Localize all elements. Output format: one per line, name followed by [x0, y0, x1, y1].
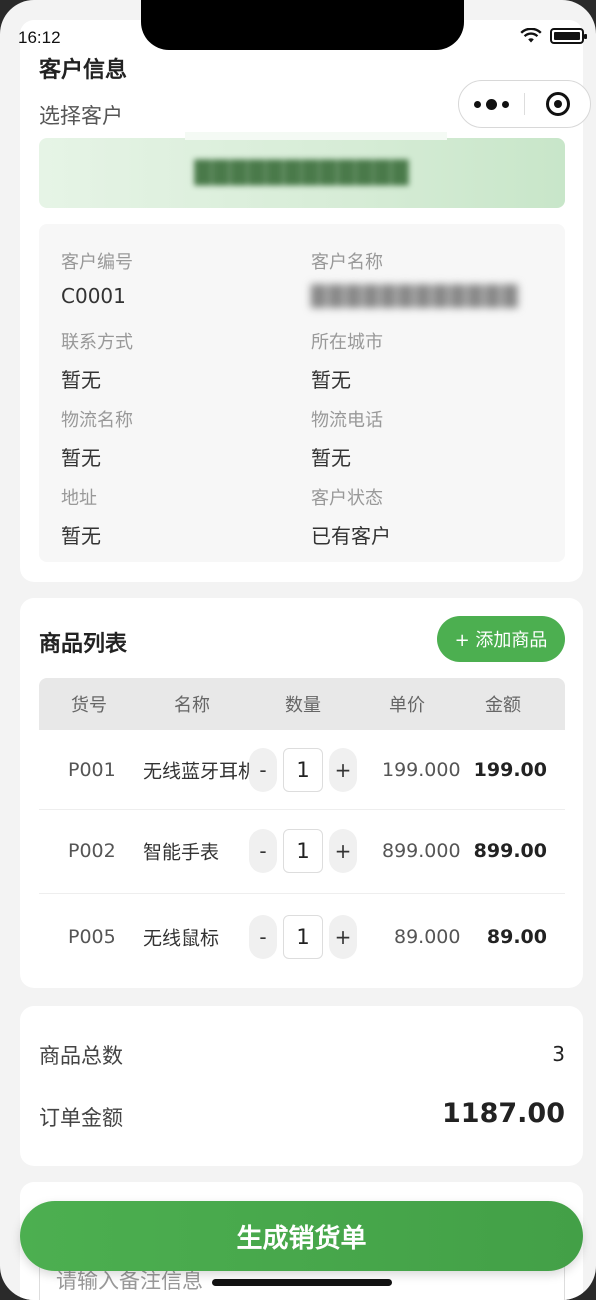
row-code: P001 [68, 758, 116, 781]
info-label: 所在城市 [311, 332, 383, 353]
info-label: 客户名称 [311, 252, 383, 273]
decrease-button[interactable]: - [249, 747, 277, 792]
row-amount: 899.00 [473, 839, 547, 862]
info-label: 物流电话 [311, 410, 383, 431]
info-value: C0001 [61, 284, 126, 308]
generate-sales-order-button[interactable]: 生成销货单 [20, 1201, 583, 1271]
info-label: 联系方式 [61, 332, 133, 353]
info-logistics-name: 物流名称 暂无 [61, 406, 133, 471]
row-price: 899.000 [382, 839, 461, 862]
row-name: 无线蓝牙耳机 [143, 760, 251, 782]
info-logistics-phone: 物流电话 暂无 [311, 406, 383, 471]
increase-button[interactable]: + [329, 828, 357, 873]
product-list-card: 商品列表 + 添加商品 货号 名称 数量 单价 金额 P001 无线蓝牙耳机 -… [20, 598, 583, 988]
row-code: P002 [68, 839, 116, 862]
selected-customer-value: ████████████ [194, 160, 410, 186]
status-icons [520, 28, 587, 44]
battery-icon [550, 28, 587, 44]
total-count-value: 3 [552, 1042, 565, 1066]
total-count-label: 商品总数 [39, 1044, 123, 1068]
customer-section-title: 客户信息 [39, 58, 128, 83]
order-amount-value: 1187.00 [442, 1098, 565, 1129]
col-price: 单价 [389, 695, 425, 716]
info-address: 地址 暂无 [61, 484, 101, 549]
info-value: 暂无 [61, 368, 101, 392]
add-product-button[interactable]: + 添加商品 [437, 616, 565, 662]
row-name: 无线鼠标 [143, 927, 220, 950]
quantity-stepper: - 1 + [249, 747, 357, 792]
info-value: 暂无 [61, 524, 101, 548]
quantity-input[interactable]: 1 [283, 828, 323, 873]
col-amount: 金额 [485, 695, 521, 716]
home-indicator [212, 1279, 392, 1286]
info-value: 暂无 [311, 446, 351, 470]
info-label: 物流名称 [61, 410, 133, 431]
select-highlight-strip [185, 132, 447, 140]
quantity-stepper: - 1 + [249, 915, 357, 959]
info-customer-status: 客户状态 已有客户 [311, 484, 391, 549]
increase-button[interactable]: + [329, 915, 357, 959]
table-row: P001 无线蓝牙耳机 - 1 + 199.000 199.00 [39, 730, 565, 810]
select-customer-label: 选择客户 [39, 104, 123, 128]
info-customer-code: 客户编号 C0001 [61, 248, 133, 308]
product-section-title: 商品列表 [39, 632, 128, 657]
info-value: 暂无 [311, 368, 351, 392]
decrease-button[interactable]: - [249, 915, 277, 959]
summary-card: 商品总数 3 订单金额 1187.00 [20, 1006, 583, 1166]
decrease-button[interactable]: - [249, 828, 277, 873]
more-dots-icon[interactable] [459, 98, 524, 110]
row-amount: 89.00 [486, 926, 547, 948]
miniprogram-capsule[interactable] [458, 80, 591, 128]
order-amount-label: 订单金额 [39, 1106, 123, 1130]
status-time: 16:12 [18, 28, 61, 47]
quantity-input[interactable]: 1 [283, 915, 323, 959]
row-amount: 199.00 [473, 758, 547, 781]
row-price: 89.000 [394, 926, 461, 948]
table-row: P005 无线鼠标 - 1 + 89.000 89.00 [39, 894, 565, 980]
product-table-header: 货号 名称 数量 单价 金额 [39, 678, 565, 730]
col-qty: 数量 [285, 695, 321, 716]
row-price: 199.000 [382, 758, 461, 781]
row-name: 智能手表 [143, 841, 220, 863]
increase-button[interactable]: + [329, 747, 357, 792]
info-label: 地址 [61, 488, 97, 509]
info-value: 暂无 [61, 446, 101, 470]
target-icon[interactable] [525, 92, 590, 116]
row-code: P005 [68, 926, 116, 948]
col-code: 货号 [71, 695, 107, 716]
info-label: 客户编号 [61, 252, 133, 273]
quantity-input[interactable]: 1 [283, 747, 323, 792]
customer-info-panel: 客户编号 C0001 客户名称 ████████████ 联系方式 暂无 所在城… [39, 224, 565, 562]
camera-notch [141, 0, 464, 50]
table-row: P002 智能手表 - 1 + 899.000 899.00 [39, 808, 565, 894]
info-contact: 联系方式 暂无 [61, 328, 133, 393]
info-value: ████████████ [311, 284, 520, 308]
info-customer-name: 客户名称 ████████████ [311, 248, 520, 308]
info-label: 客户状态 [311, 488, 383, 509]
wifi-icon [520, 28, 542, 43]
customer-select[interactable]: ████████████ [39, 132, 565, 208]
col-name: 名称 [174, 695, 210, 716]
info-value: 已有客户 [311, 524, 391, 548]
info-city: 所在城市 暂无 [311, 328, 383, 393]
phone-screen: 16:12 客户信息 选择客户 ████████████ 客户编号 C0001 [0, 0, 596, 1300]
quantity-stepper: - 1 + [249, 828, 357, 873]
